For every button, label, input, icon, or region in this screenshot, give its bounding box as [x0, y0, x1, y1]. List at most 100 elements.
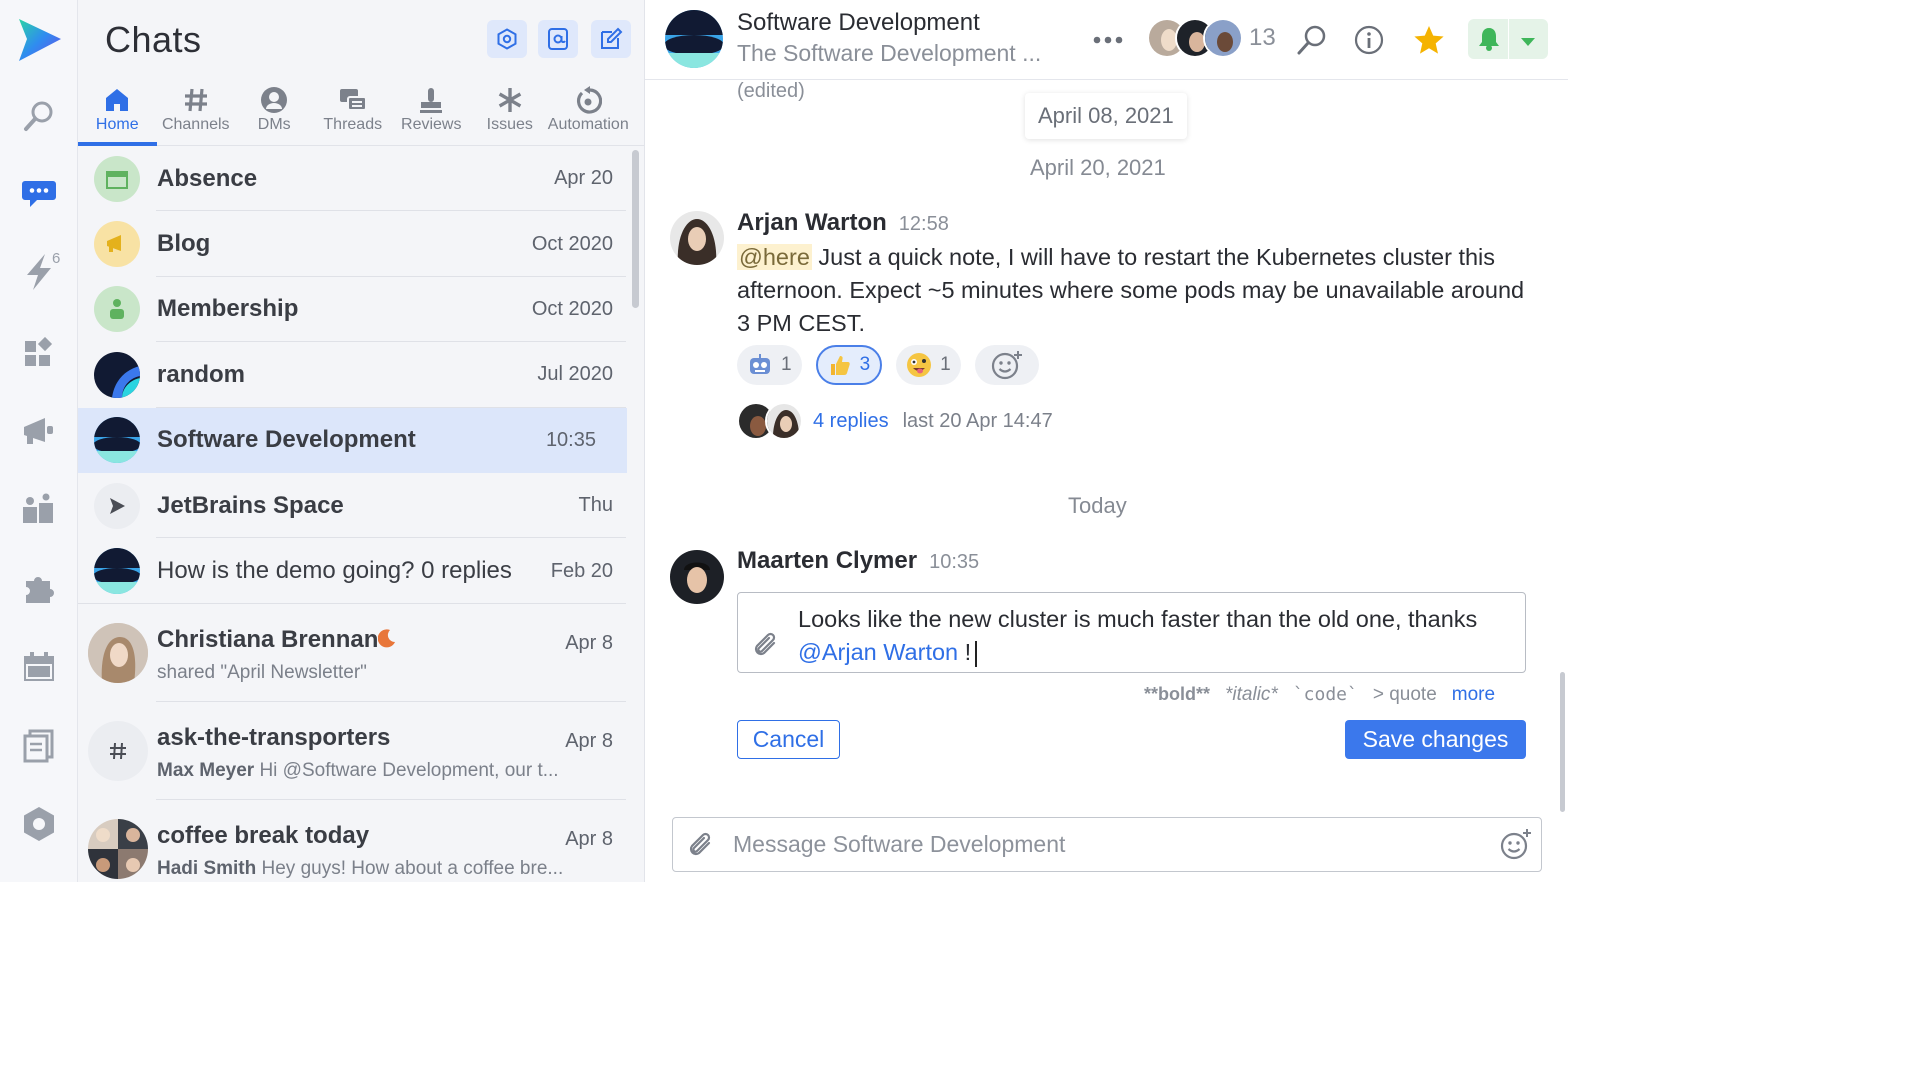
reaction-count: 1 [940, 354, 951, 375]
attach-icon[interactable] [687, 830, 715, 865]
message-time: 12:58 [898, 213, 949, 235]
channel-view: Software Development The Software Develo… [645, 0, 1568, 882]
chat-row-software-development[interactable]: Software Development 10:35 [78, 407, 627, 473]
edited-note: (edited) [737, 80, 805, 102]
zany-face-emoji-icon [907, 353, 932, 377]
puzzle-icon[interactable] [19, 568, 59, 608]
add-reaction-button[interactable] [974, 345, 1039, 385]
tab-label: Threads [323, 116, 383, 133]
divider [1508, 19, 1509, 59]
tab-threads[interactable]: Threads [314, 80, 393, 145]
attach-icon[interactable] [752, 630, 780, 665]
teams-icon[interactable] [19, 489, 59, 529]
edit-text[interactable]: Looks like the new cluster is much faste… [798, 603, 1518, 669]
notifications-badge: 6 [52, 250, 61, 267]
message-body: @here Just a quick note, I will have to … [737, 241, 1537, 340]
more-formatting-link[interactable]: more [1452, 684, 1495, 706]
channel-description[interactable]: The Software Development ... [737, 40, 1041, 67]
space-logo-icon[interactable] [14, 17, 64, 63]
search-icon[interactable] [19, 96, 59, 136]
preview-author: Max Meyer [157, 759, 255, 781]
tab-channels[interactable]: Channels [157, 80, 236, 145]
thread-replies[interactable]: 4 replies last 20 Apr 14:47 [737, 402, 1053, 440]
app-window: 6 Chats Home Channels DMs Threads Review… [0, 0, 1568, 882]
message-author[interactable]: Maarten Clymer 10:35 [737, 547, 979, 575]
chat-preview: shared "April Newsletter" [157, 661, 367, 683]
edit-text-body: Looks like the new cluster is much faste… [798, 606, 1478, 632]
reaction-count: 1 [781, 354, 792, 375]
member-avatar [1203, 18, 1243, 58]
reaction-crazy-face[interactable]: 1 [896, 345, 961, 385]
notification-settings[interactable] [1468, 19, 1548, 59]
messages-scrollbar[interactable] [1560, 672, 1565, 812]
channel-avatar[interactable] [665, 10, 723, 68]
settings-hexagon-icon[interactable] [19, 804, 59, 844]
threads-icon [338, 84, 368, 116]
hash-icon [182, 84, 210, 116]
chat-row-ask-the-transporters[interactable]: ask-the-transporters Apr 8 Max Meyer Hi … [78, 702, 644, 800]
hexagon-settings-icon [497, 28, 517, 50]
jetbrains-space-icon [94, 482, 140, 529]
replies-last: last 20 Apr 14:47 [902, 409, 1053, 432]
megaphone-icon[interactable] [19, 411, 59, 451]
replies-link[interactable]: 4 replies [813, 410, 889, 433]
new-message-button[interactable] [591, 20, 631, 58]
author-avatar[interactable] [670, 211, 724, 265]
chat-row-blog[interactable]: Blog Oct 2020 [78, 211, 644, 277]
widgets-icon[interactable] [19, 333, 59, 373]
chat-row-jetbrains-space[interactable]: JetBrains Space Thu [78, 473, 644, 539]
blog-megaphone-icon [94, 221, 140, 268]
chat-row-coffee-break-today[interactable]: coffee break today Apr 8 Hadi Smith Hey … [78, 800, 644, 898]
chat-row-absence[interactable]: Absence Apr 20 [78, 146, 644, 212]
mentions-button[interactable] [538, 20, 578, 58]
author-name: Maarten Clymer [737, 547, 918, 574]
bold-hint: **bold** [1144, 684, 1211, 704]
chat-row-membership[interactable]: Membership Oct 2020 [78, 277, 644, 343]
chat-rows: Absence Apr 20 Blog Oct 2020 Membership … [78, 146, 644, 898]
chat-name: JetBrains Space [157, 491, 344, 519]
here-mention[interactable]: @here [737, 244, 812, 270]
code-hint: `code` [1292, 684, 1358, 705]
chat-row-thread[interactable]: How is the demo going? 0 replies Feb 20 [78, 538, 644, 604]
documents-icon[interactable] [19, 726, 59, 766]
more-options-icon[interactable] [1090, 22, 1126, 58]
tab-automation[interactable]: Automation [547, 80, 629, 145]
save-changes-button[interactable]: Save changes [1345, 720, 1526, 759]
chat-name: ask-the-transporters [157, 723, 391, 751]
italic-hint: *italic* [1225, 684, 1278, 705]
author-avatar[interactable] [670, 550, 724, 604]
edit-message-box[interactable]: Looks like the new cluster is much faste… [737, 592, 1526, 673]
search-icon[interactable] [1294, 22, 1330, 58]
add-emoji-icon [991, 351, 1022, 380]
chat-list-scrollbar[interactable] [632, 150, 639, 308]
chat-row-random[interactable]: random Jul 2020 [78, 342, 644, 408]
tab-dms[interactable]: DMs [235, 80, 314, 145]
channel-members[interactable]: 13 [1147, 18, 1276, 58]
emoji-picker-icon[interactable] [1499, 828, 1533, 865]
chat-list-title: Chats [105, 19, 202, 60]
tab-home[interactable]: Home [78, 80, 157, 146]
tab-issues[interactable]: Issues [471, 80, 550, 145]
reaction-thumbs-up[interactable]: 3 [815, 345, 883, 385]
tab-reviews[interactable]: Reviews [392, 80, 471, 145]
tab-label: Automation [547, 116, 629, 133]
chat-settings-button[interactable] [487, 20, 527, 58]
tab-label: Reviews [401, 116, 462, 133]
message-author[interactable]: Arjan Warton 12:58 [737, 209, 949, 237]
chat-row-christiana-brennan[interactable]: Christiana Brennan Apr 8 shared "April N… [78, 604, 644, 702]
user-mention[interactable]: @Arjan Warton [798, 639, 958, 665]
chat-date: 10:35 [545, 428, 596, 451]
message-composer[interactable]: Message Software Development [672, 817, 1542, 872]
calendar-icon[interactable] [19, 647, 59, 687]
info-icon[interactable] [1351, 22, 1387, 58]
cancel-button[interactable]: Cancel [737, 720, 840, 759]
preview-author: Hadi Smith [157, 857, 257, 879]
chat-date: Feb 20 [550, 559, 613, 582]
bell-icon[interactable] [1477, 26, 1501, 57]
reaction-robot[interactable]: 1 [737, 345, 802, 385]
chat-date: Apr 8 [565, 827, 613, 850]
chevron-down-icon[interactable] [1519, 34, 1537, 52]
chats-icon[interactable] [19, 174, 59, 214]
star-icon[interactable] [1411, 22, 1447, 58]
chat-name: coffee break today [157, 821, 370, 849]
